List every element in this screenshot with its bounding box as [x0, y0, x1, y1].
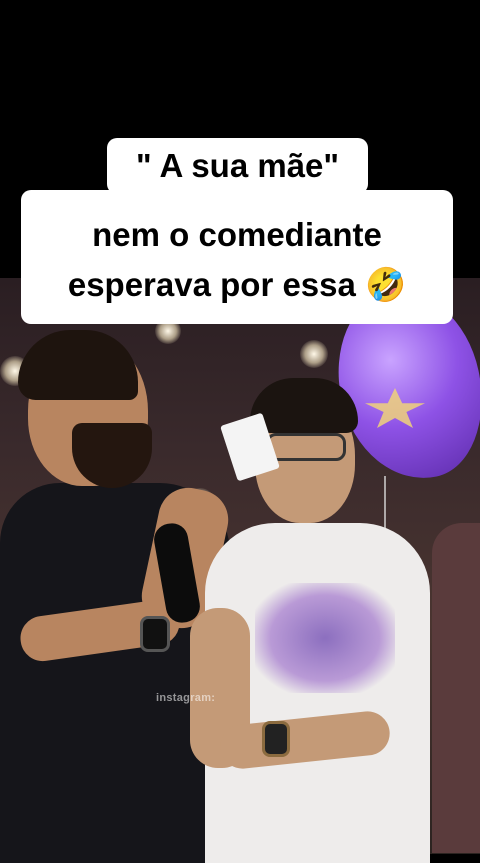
bystander [432, 523, 480, 853]
watermark: instagram: [156, 692, 216, 704]
caption-box: nem o comediante esperava por essa 🤣 [21, 190, 453, 324]
caption-line-1: " A sua mãe" [107, 138, 368, 194]
caption-line-3: esperava por essa 🤣 [67, 266, 407, 303]
bokeh-light [300, 340, 328, 368]
wristwatch [140, 616, 170, 652]
caption-line-2: nem o comediante [92, 216, 382, 253]
shirt-print [255, 583, 395, 693]
glasses [266, 433, 346, 461]
wristwatch [262, 721, 290, 757]
